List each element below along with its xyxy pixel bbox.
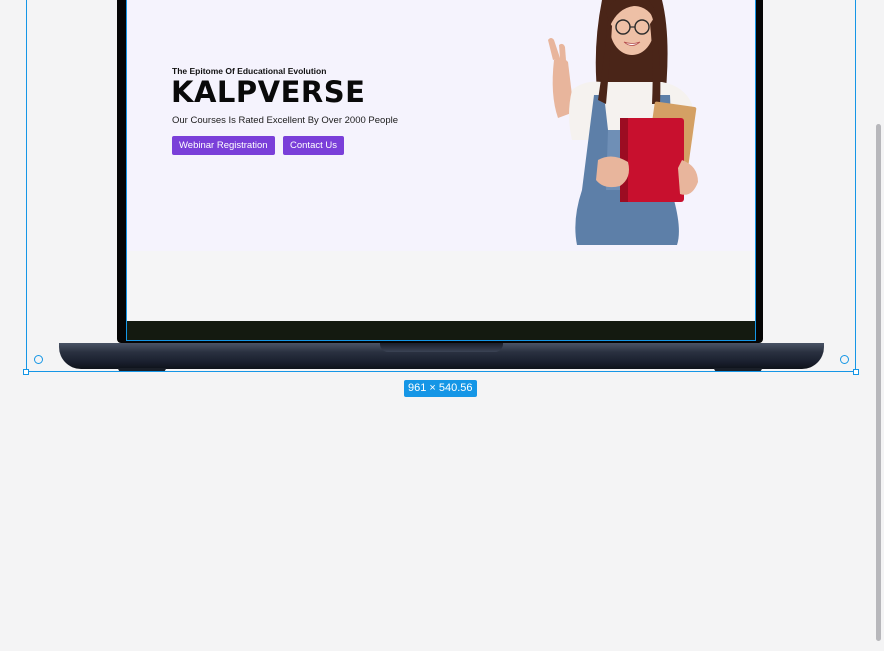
laptop-foot-left xyxy=(118,368,166,372)
resize-handle-bottom-right[interactable] xyxy=(853,369,859,375)
laptop-foot-right xyxy=(714,368,762,372)
laptop-screen[interactable]: The Epitome Of Educational Evolution KAL… xyxy=(127,0,755,321)
hero-tagline: Our Courses Is Rated Excellent By Over 2… xyxy=(172,115,399,126)
selection-size-badge: 961 × 540.56 xyxy=(404,380,477,397)
brand-title: KALPVERSE xyxy=(171,75,366,109)
rotate-handle-left[interactable] xyxy=(34,355,43,364)
laptop-notch xyxy=(380,343,503,352)
resize-handle-bottom-left[interactable] xyxy=(23,369,29,375)
laptop-screen-chin xyxy=(127,321,755,340)
webinar-registration-button[interactable]: Webinar Registration xyxy=(172,136,275,155)
scrollbar-thumb[interactable] xyxy=(876,124,881,641)
hero-section: The Epitome Of Educational Evolution KAL… xyxy=(127,0,755,251)
design-canvas: The Epitome Of Educational Evolution KAL… xyxy=(0,0,884,651)
student-holding-books-illustration xyxy=(548,0,698,245)
contact-us-button[interactable]: Contact Us xyxy=(283,136,344,155)
rotate-handle-right[interactable] xyxy=(840,355,849,364)
